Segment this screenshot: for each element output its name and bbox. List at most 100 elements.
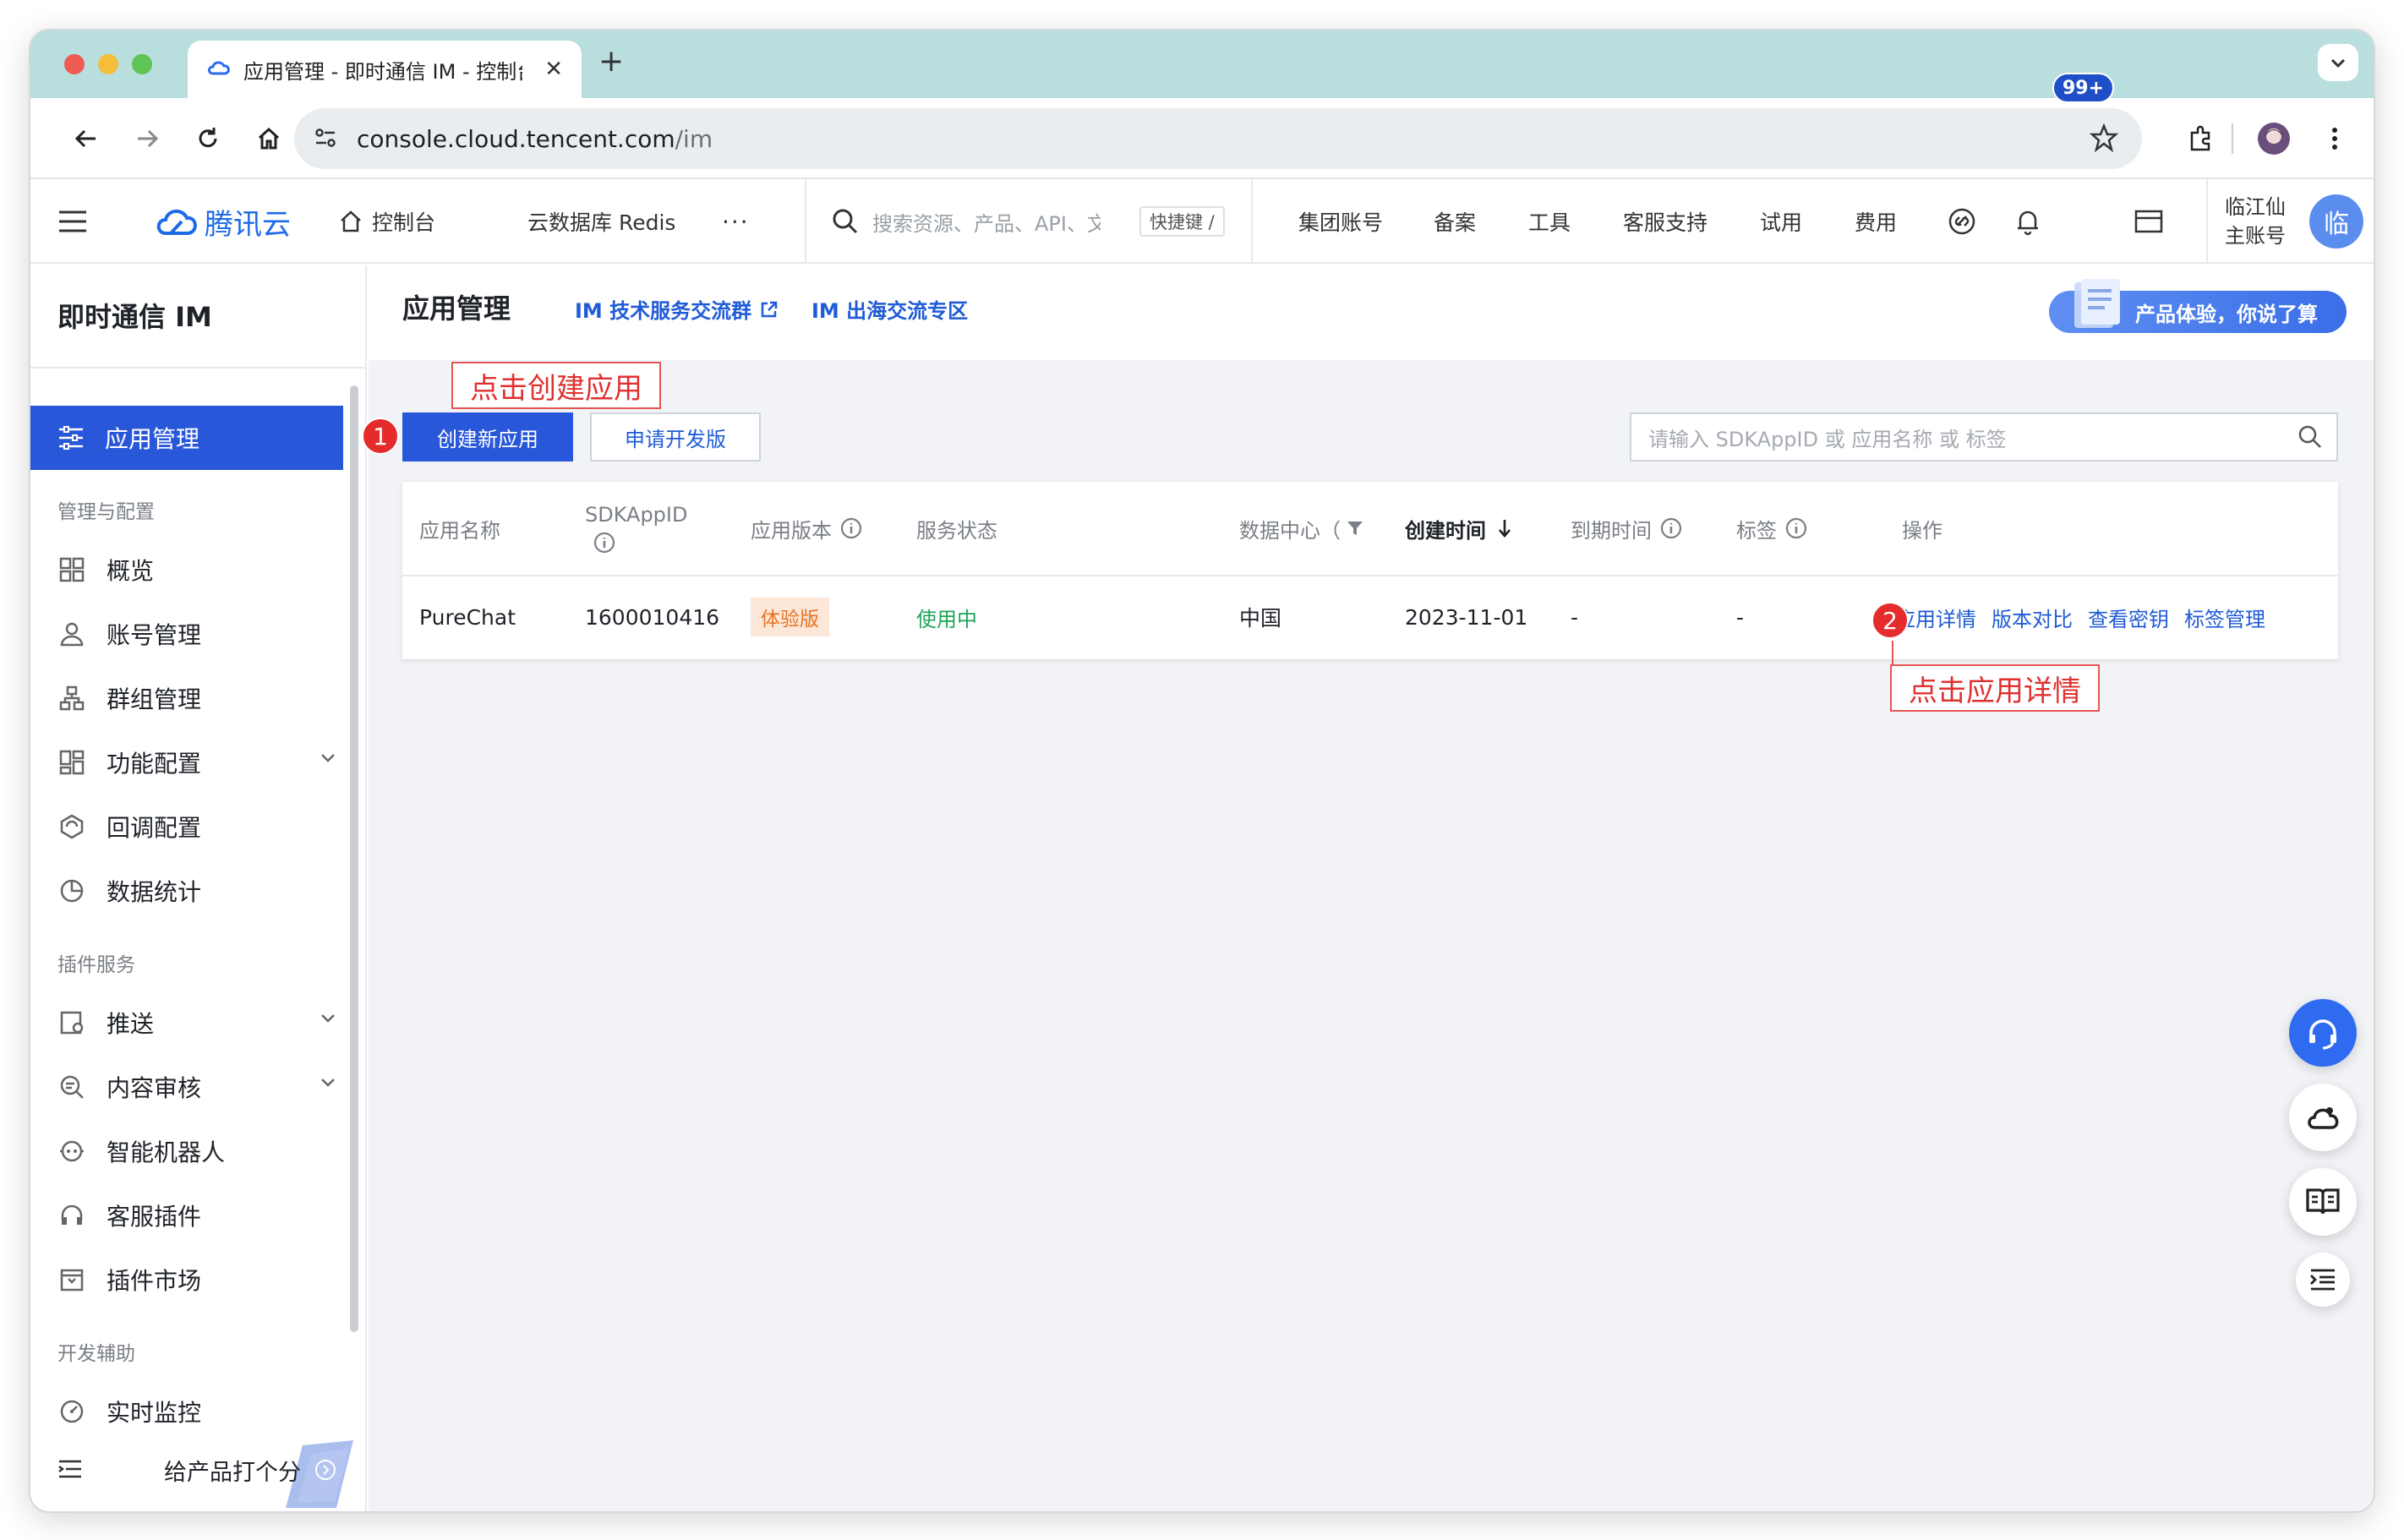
toolbar-divider <box>2232 123 2233 154</box>
tag-management-link[interactable]: 标签管理 <box>2184 603 2265 632</box>
sidebar-item-label: 插件市场 <box>107 1267 202 1295</box>
tab-close-icon[interactable]: ✕ <box>544 57 563 82</box>
sidebar-item-statistics[interactable]: 数据统计 <box>57 866 345 916</box>
cell-version: 体验版 <box>751 575 829 659</box>
user-info[interactable]: 临江仙 主账号 <box>2225 193 2286 250</box>
more-shortcuts-button[interactable]: ··· <box>722 179 750 264</box>
console-home-link[interactable]: 控制台 <box>338 179 435 264</box>
site-settings-icon[interactable] <box>313 125 338 156</box>
user-avatar[interactable]: 临 <box>2309 194 2363 248</box>
sidebar-item-plugin-market[interactable]: 插件市场 <box>57 1254 345 1305</box>
gauge-icon <box>57 1397 86 1426</box>
sidebar-item-customer-service[interactable]: 客服插件 <box>57 1190 345 1241</box>
sliders-icon <box>59 426 83 450</box>
col-header-created[interactable]: 创建时间 <box>1405 482 1513 575</box>
sidebar-item-label: 群组管理 <box>107 685 202 713</box>
sidebar-item-app-management[interactable]: 应用管理 <box>30 406 343 470</box>
extensions-button[interactable] <box>2183 120 2220 157</box>
market-icon <box>57 1265 86 1294</box>
notifications-button[interactable] <box>2013 179 2042 264</box>
nav-support[interactable]: 客服支持 <box>1623 179 1707 264</box>
info-icon[interactable] <box>593 532 615 554</box>
nav-group-account[interactable]: 集团账号 <box>1298 179 1383 264</box>
sidebar-item-label: 功能配置 <box>107 750 202 778</box>
nav-tools[interactable]: 工具 <box>1528 179 1571 264</box>
search-icon[interactable] <box>2297 424 2323 450</box>
sidebar-scrollbar[interactable] <box>350 385 358 1332</box>
collapse-sidebar-icon[interactable] <box>57 1459 83 1483</box>
nav-billing[interactable]: 费用 <box>1855 179 1897 264</box>
sidebar-item-push[interactable]: 推送 <box>57 997 345 1048</box>
back-button[interactable] <box>68 120 105 157</box>
menu-icon <box>59 210 86 232</box>
forward-button[interactable] <box>128 120 166 157</box>
tech-group-link[interactable]: IM 技术服务交流群 <box>575 294 779 324</box>
grid-icon <box>57 555 86 584</box>
bookmark-star-icon[interactable] <box>2089 123 2119 158</box>
app-search-input[interactable]: 请输入 SDKAppID 或 应用名称 或 标签 <box>1630 412 2338 461</box>
maximize-window-button[interactable] <box>132 54 152 74</box>
messages-button[interactable] <box>2134 179 2164 264</box>
overseas-zone-link[interactable]: IM 出海交流专区 <box>811 294 968 324</box>
feature-grid-icon <box>57 748 86 777</box>
sidebar-item-label: 账号管理 <box>107 621 202 649</box>
minimize-window-button[interactable] <box>98 54 118 74</box>
tab-list-button[interactable] <box>2318 44 2358 81</box>
home-button[interactable] <box>250 120 287 157</box>
sidebar-item-label: 推送 <box>107 1010 155 1038</box>
close-window-button[interactable] <box>64 54 85 74</box>
sidebar-item-monitoring[interactable]: 实时监控 <box>57 1386 345 1437</box>
info-icon[interactable] <box>1785 517 1807 539</box>
view-key-link[interactable]: 查看密钥 <box>2088 603 2169 632</box>
sidebar-item-robot[interactable]: 智能机器人 <box>57 1126 345 1177</box>
sidebar: 即时通信 IM 应用管理 管理与配置 概览 账号管理 群组管理 功能配置 回调配… <box>30 265 367 1511</box>
online-support-button[interactable] <box>2289 999 2357 1067</box>
col-header-datacenter-label: 数据中心（ <box>1239 518 1341 543</box>
section-config: 管理与配置 <box>57 501 155 523</box>
sidebar-item-accounts[interactable]: 账号管理 <box>57 609 345 659</box>
profile-avatar[interactable] <box>2255 120 2292 157</box>
notification-count-badge: 99+ <box>2052 73 2115 103</box>
redis-shortcut-link[interactable]: 云数据库 Redis <box>527 179 675 264</box>
documentation-button[interactable] <box>2289 1168 2357 1236</box>
filter-icon[interactable] <box>1346 519 1364 538</box>
col-header-expire: 到期时间 <box>1571 482 1682 575</box>
sidebar-item-moderation[interactable]: 内容审核 <box>57 1062 345 1112</box>
tencent-cloud-logo[interactable]: 腾讯云 <box>154 179 291 264</box>
browser-tab-active[interactable]: 应用管理 - 即时通信 IM - 控制台 ✕ <box>188 41 582 98</box>
console-top-nav: 腾讯云 控制台 云数据库 Redis ··· 搜索资源、产品、API、文档 快捷… <box>30 179 2374 264</box>
tab-title: 应用管理 - 即时通信 IM - 控制台 <box>243 59 522 84</box>
app-table: 应用名称 SDKAppID 应用版本 服务状态 数据中心（ 创建时间 到期时间 <box>402 482 2338 659</box>
arrow-right-circle-icon[interactable] <box>314 1459 336 1484</box>
sidebar-item-features[interactable]: 功能配置 <box>57 737 345 788</box>
open-book-icon <box>2306 1188 2340 1215</box>
nav-trial[interactable]: 试用 <box>1760 179 1802 264</box>
browser-tab-bar: 应用管理 - 即时通信 IM - 控制台 ✕ + <box>30 30 2374 98</box>
link-icon-button[interactable] <box>1948 179 1976 264</box>
info-icon[interactable] <box>1660 517 1682 539</box>
sidebar-item-overview[interactable]: 概览 <box>57 544 345 595</box>
sidebar-item-label: 数据统计 <box>107 878 202 906</box>
url-bar[interactable]: console.cloud.tencent.com/im <box>294 108 2142 169</box>
col-header-tags-label: 标签 <box>1736 518 1777 543</box>
sidebar-item-groups[interactable]: 群组管理 <box>57 673 345 724</box>
new-tab-button[interactable]: + <box>598 44 624 79</box>
more-vertical-icon <box>2332 128 2337 150</box>
apply-dev-edition-button[interactable]: 申请开发版 <box>590 412 761 461</box>
col-header-created-label: 创建时间 <box>1405 518 1486 543</box>
version-compare-link[interactable]: 版本对比 <box>1991 603 2073 632</box>
info-icon[interactable] <box>840 517 862 539</box>
browser-menu-button[interactable] <box>2316 120 2353 157</box>
hamburger-menu-button[interactable] <box>57 179 88 264</box>
nav-filing[interactable]: 备案 <box>1434 179 1476 264</box>
sort-down-icon <box>1499 520 1511 538</box>
user-name: 临江仙 <box>2225 195 2286 219</box>
cloud-assistant-button[interactable] <box>2289 1084 2357 1151</box>
rate-product-label[interactable]: 给产品打个分 <box>164 1454 301 1487</box>
sidebar-item-callbacks[interactable]: 回调配置 <box>57 801 345 852</box>
create-app-button[interactable]: 创建新应用 <box>402 412 573 461</box>
cell-status: 使用中 <box>916 575 977 659</box>
sidebar-footer: 给产品打个分 <box>30 1434 365 1510</box>
page-outline-button[interactable] <box>2296 1253 2350 1307</box>
reload-button[interactable] <box>189 120 227 157</box>
